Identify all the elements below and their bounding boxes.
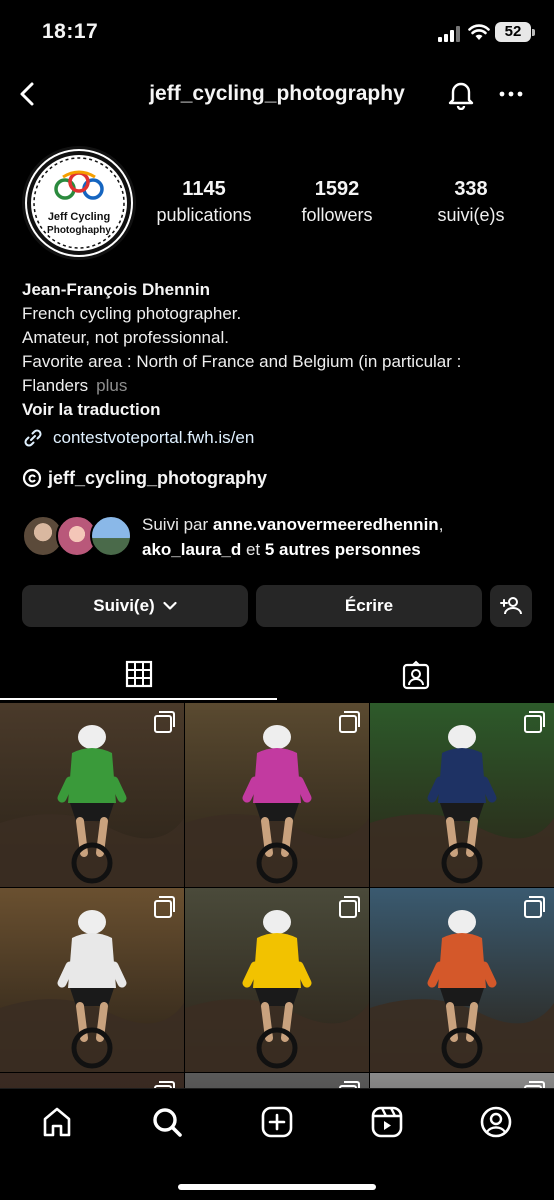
multi-image-icon [154,711,175,733]
mutual-followers[interactable]: Suivi par anne.vanovermeeredhennin, ako_… [22,512,542,562]
stat-value: 1145 [182,178,226,200]
bell-icon[interactable] [446,78,476,110]
grid-post[interactable] [0,1073,184,1089]
following-button[interactable]: Suivi(e) [22,585,248,627]
tab-posts[interactable] [0,650,277,700]
multi-image-icon [524,711,545,733]
bio-more-link[interactable]: plus [96,376,127,395]
bio-line-last: Flanders plus [22,374,542,398]
stat-value: 1592 [314,178,360,200]
nav-create[interactable] [260,1105,294,1139]
grid-post[interactable] [185,888,369,1072]
threads-username: jeff_cycling_photography [48,467,268,488]
profile-avatar[interactable]: Jeff Cycling Photoghaphy [22,146,136,260]
avatar-logo: Jeff Cycling Photoghaphy [27,151,131,255]
home-indicator [178,1184,376,1190]
grid-post[interactable] [185,1073,369,1089]
grid-post[interactable] [370,703,554,887]
bio-line: French cycling photographer. [22,304,242,323]
suggest-people-button[interactable] [490,585,532,627]
bio-line: Favorite area : North of France and Belg… [22,352,462,371]
multi-image-icon [524,896,545,918]
stat-following[interactable]: 338 suivi(e)s [420,178,522,226]
search-icon [153,1108,182,1137]
grid-icon [125,660,152,688]
reels-icon [371,1106,403,1138]
tagged-icon [402,660,429,690]
stat-followers[interactable]: 1592 followers [284,178,390,226]
add-person-icon [500,597,522,615]
stat-publications[interactable]: 1145 publications [146,178,262,226]
chevron-down-icon [163,601,177,610]
more-options-icon[interactable] [498,84,524,104]
translate-link[interactable]: Voir la traduction [22,398,542,422]
profile-icon [480,1106,512,1138]
bio-line-text: Flanders [22,376,89,395]
nav-reels[interactable] [370,1105,404,1139]
top-nav: jeff_cycling_photography [0,70,554,120]
stat-label: suivi(e)s [437,205,505,225]
link-text: contestvoteportal.fwh.is/en [53,428,255,447]
tab-tagged[interactable] [277,650,554,700]
grid-post[interactable] [370,1073,554,1089]
grid-post[interactable] [185,703,369,887]
nav-home[interactable] [40,1105,74,1139]
bottom-nav [0,1088,554,1200]
mutual-others: 5 autres personnes [264,540,421,559]
mutual-user: anne.vanovermeeredhennin [212,515,439,534]
multi-image-icon [339,711,360,733]
link-icon [24,429,42,447]
photo-grid [0,703,554,1089]
battery-icon: 52 [495,22,535,42]
profile-tabs [0,650,554,702]
create-icon [261,1106,293,1138]
stat-value: 338 [454,178,488,200]
multi-image-icon [154,896,175,918]
mutual-avatars [22,515,134,559]
home-icon [43,1107,71,1137]
status-time: 18:17 [42,20,99,43]
grid-post[interactable] [370,888,554,1072]
mutual-avatar [90,515,132,557]
grid-post[interactable] [0,703,184,887]
profile-external-link[interactable]: contestvoteportal.fwh.is/en [22,426,254,450]
status-bar: 18:17 52 [0,0,554,64]
nav-profile[interactable] [479,1105,513,1139]
mutual-followers-text: Suivi par anne.vanovermeeredhennin, ako_… [142,515,444,559]
threads-badge[interactable]: jeff_cycling_photography [22,466,267,490]
profile-bio: Jean-François Dhennin French cycling pho… [22,278,542,422]
stat-label: publications [156,205,252,225]
svg-text:Jeff Cycling: Jeff Cycling [48,211,110,223]
stat-label: followers [301,205,373,225]
svg-text:Photoghaphy: Photoghaphy [47,225,111,236]
message-button[interactable]: Écrire [256,585,482,627]
signal-icon [438,26,460,42]
mutual-user: ako_laura_d [142,540,242,559]
nav-search[interactable] [150,1105,184,1139]
wifi-icon [468,24,490,40]
threads-icon [22,468,42,488]
profile-display-name: Jean-François Dhennin [22,280,210,299]
message-button-label: Écrire [344,596,394,615]
multi-image-icon [339,896,360,918]
bio-line: Amateur, not professionnal. [22,328,229,347]
grid-post[interactable] [0,888,184,1072]
following-button-label: Suivi(e) [93,596,155,615]
